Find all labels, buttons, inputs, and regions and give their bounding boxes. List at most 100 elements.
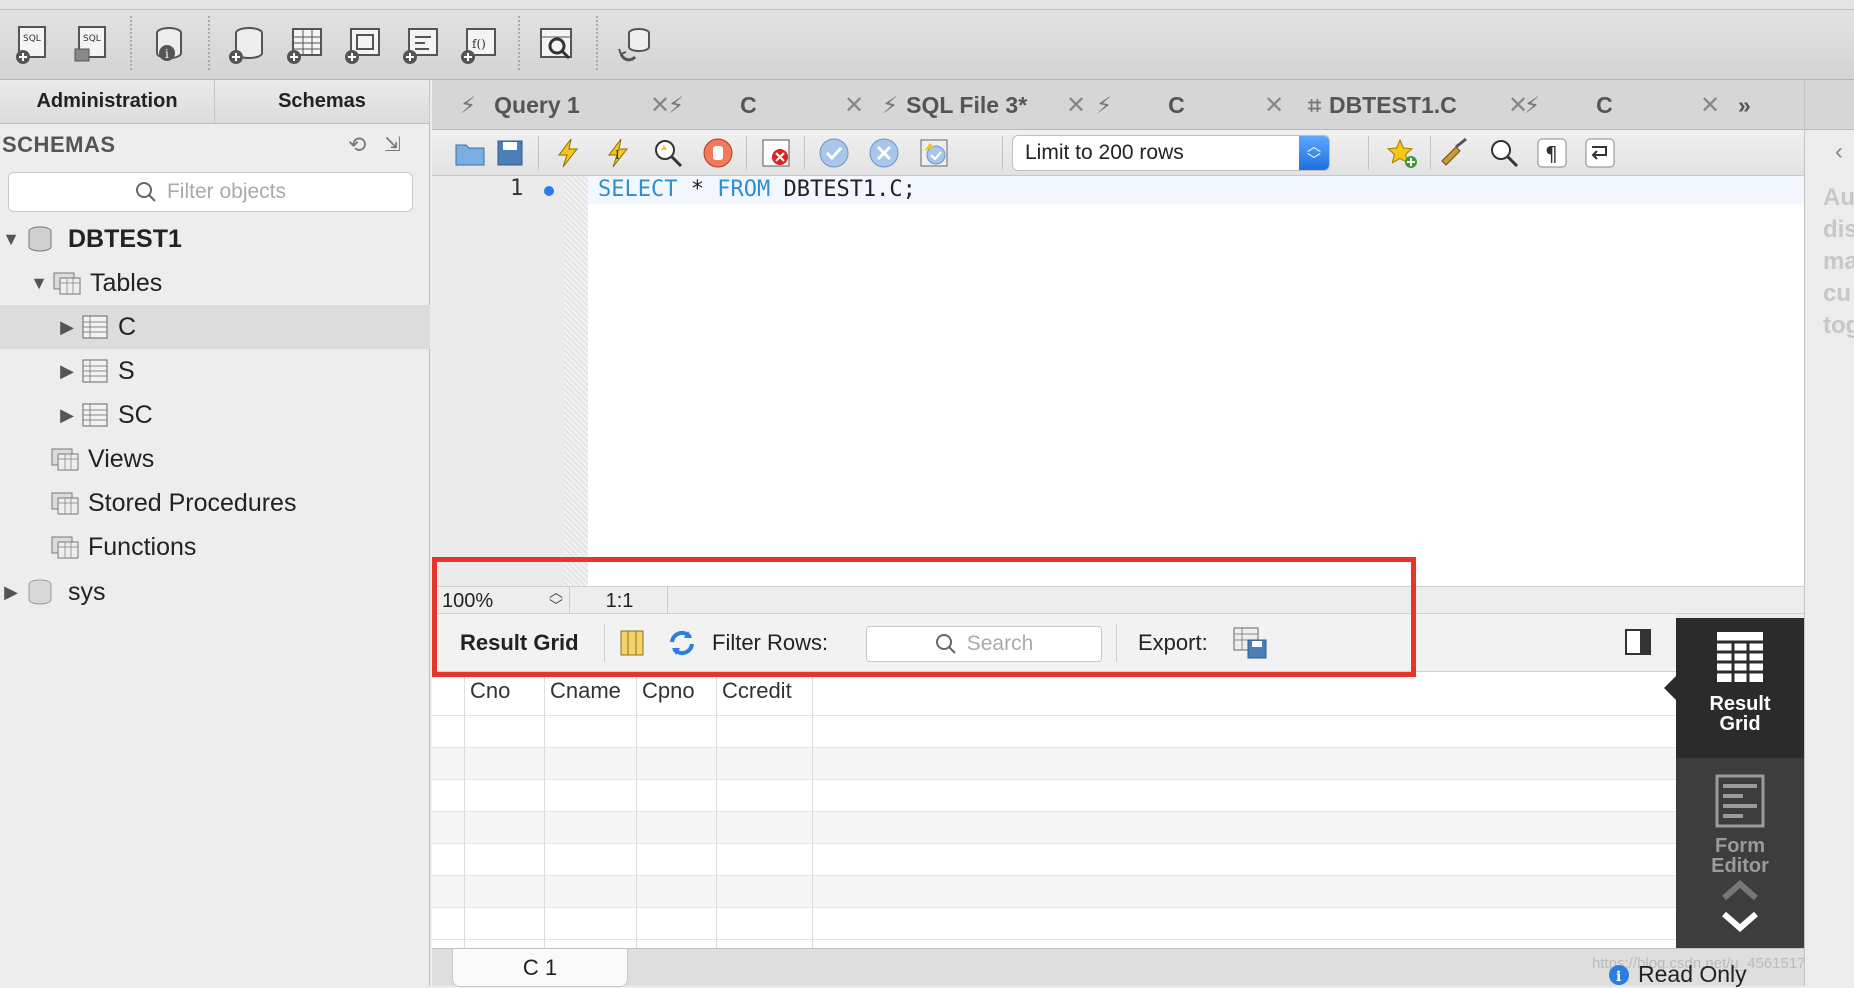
search-table-data-button[interactable] xyxy=(534,22,580,68)
tree-functions[interactable]: Functions xyxy=(0,525,430,569)
editor-status-bar: 100% ︿ ﹀ 1:1 xyxy=(432,585,1804,615)
collapse-icon[interactable]: ⇲ xyxy=(384,132,401,157)
tree-table-c[interactable]: ▶ C xyxy=(0,305,430,349)
result-tab-c1[interactable]: C 1 xyxy=(452,949,628,987)
refresh-icon[interactable]: ⟲ xyxy=(348,132,366,158)
rollback-button[interactable] xyxy=(866,135,902,171)
new-sql-tab-button[interactable]: SQL xyxy=(10,22,56,68)
grid-column-divider xyxy=(544,672,545,948)
close-icon[interactable]: ✕ xyxy=(1066,91,1086,120)
close-icon[interactable]: ✕ xyxy=(1700,91,1720,120)
expand-triangle-icon[interactable]: ▶ xyxy=(0,582,22,603)
toolbar-separator xyxy=(130,16,132,70)
tree-schema-sys[interactable]: ▶ sys xyxy=(0,570,430,614)
server-info-button[interactable]: i xyxy=(146,22,192,68)
create-table-button[interactable] xyxy=(282,22,328,68)
tab-schemas[interactable]: Schemas xyxy=(215,80,430,123)
table-row[interactable] xyxy=(432,812,1676,844)
tab-c[interactable]: ⚡ C ✕ xyxy=(1096,80,1286,130)
scroll-views-control[interactable] xyxy=(1716,874,1764,944)
save-button[interactable] xyxy=(492,135,528,171)
limit-rows-select[interactable]: Limit to 200 rows ︿ ﹀ xyxy=(1012,135,1330,171)
close-icon[interactable]: ✕ xyxy=(1264,91,1284,120)
refresh-results-button[interactable] xyxy=(666,628,698,664)
tab-query-1[interactable]: ⚡ Query 1 ✕ xyxy=(460,80,670,130)
table-row[interactable] xyxy=(432,716,1676,748)
result-grid[interactable]: Cno Cname Cpno Ccredit xyxy=(432,672,1676,948)
open-file-button[interactable] xyxy=(452,135,488,171)
cursor-position: 1:1 xyxy=(572,587,668,615)
keyword-from: FROM xyxy=(717,177,771,202)
commit-button[interactable] xyxy=(816,135,852,171)
export-button[interactable] xyxy=(1232,626,1268,666)
create-function-button[interactable]: f() xyxy=(456,22,502,68)
tree-table-sc[interactable]: ▶ SC xyxy=(0,393,430,437)
filter-rows-search-input[interactable]: Search xyxy=(866,626,1102,662)
execute-current-button[interactable]: I xyxy=(600,135,636,171)
save-icon xyxy=(497,140,523,166)
chevron-left-icon[interactable]: ‹ xyxy=(1835,138,1843,166)
tree-stored-procedures[interactable]: Stored Procedures xyxy=(0,481,430,525)
create-schema-button[interactable] xyxy=(224,22,270,68)
toggle-invisible-chars-button[interactable]: ¶ xyxy=(1534,135,1570,171)
toggle-columns-button[interactable] xyxy=(618,628,646,664)
result-grid-view-button[interactable]: Result Grid xyxy=(1676,618,1804,758)
tab-label: DBTEST1.C xyxy=(1328,91,1457,118)
table-row[interactable] xyxy=(432,780,1676,812)
column-header-cno[interactable]: Cno xyxy=(470,678,510,704)
table-row[interactable] xyxy=(432,876,1676,908)
database-add-icon xyxy=(229,27,263,64)
tab-c[interactable]: ⚡ C ✕ xyxy=(668,80,864,130)
execute-button[interactable] xyxy=(550,135,586,171)
expand-triangle-icon[interactable]: ▼ xyxy=(0,229,22,250)
sql-statement[interactable]: SELECT * FROM DBTEST1.C; xyxy=(598,176,916,204)
table-row[interactable] xyxy=(432,908,1676,940)
tree-table-s[interactable]: ▶ S xyxy=(0,349,430,393)
column-header-cname[interactable]: Cname xyxy=(550,678,621,704)
check-circle-icon xyxy=(819,138,849,168)
tab-administration[interactable]: Administration xyxy=(0,80,215,123)
filter-objects-input[interactable]: Filter objects xyxy=(8,172,413,212)
expand-triangle-icon[interactable]: ▶ xyxy=(56,405,78,426)
tab-label: C xyxy=(1596,91,1613,118)
expand-triangle-icon[interactable]: ▶ xyxy=(56,361,78,382)
toggle-sidebar-button[interactable] xyxy=(1624,628,1652,662)
explain-button[interactable] xyxy=(650,135,686,171)
toolbar-separator xyxy=(1368,136,1369,170)
zoom-stepper[interactable]: 100% ︿ ﹀ xyxy=(442,585,570,615)
filter-rows-label: Filter Rows: xyxy=(712,630,829,655)
close-icon[interactable]: ✕ xyxy=(844,91,864,120)
beautify-button[interactable] xyxy=(1436,135,1472,171)
expand-triangle-icon[interactable]: ▼ xyxy=(28,273,50,294)
more-tabs-chevron-icon[interactable]: » xyxy=(1738,80,1751,130)
create-procedure-button[interactable] xyxy=(398,22,444,68)
tree-tables[interactable]: ▼ Tables xyxy=(0,261,430,305)
open-sql-script-button[interactable]: SQL xyxy=(68,22,114,68)
toggle-stop-on-error-button[interactable] xyxy=(758,135,794,171)
reconnect-button[interactable] xyxy=(612,22,658,68)
add-snippet-button[interactable] xyxy=(1384,135,1420,171)
tab-dbtest1-c[interactable]: ⌗ DBTEST1.C ✕ xyxy=(1308,80,1528,130)
svg-text:¶: ¶ xyxy=(1545,142,1558,166)
navigator-tabs: Administration Schemas xyxy=(0,80,430,124)
table-row[interactable] xyxy=(432,748,1676,780)
sql-editor[interactable]: 1 SELECT * FROM DBTEST1.C; xyxy=(432,176,1804,586)
toggle-wrap-button[interactable] xyxy=(1582,135,1618,171)
context-help-text: Au dis ma cu tog xyxy=(1823,182,1854,342)
tree-schema-dbtest1[interactable]: ▼ DBTEST1 xyxy=(0,217,430,261)
form-editor-view-button[interactable]: Form Editor xyxy=(1676,768,1804,878)
column-header-cpno[interactable]: Cpno xyxy=(642,678,695,704)
autocommit-toggle-button[interactable] xyxy=(916,135,952,171)
toolbar-separator xyxy=(746,136,747,170)
expand-triangle-icon[interactable]: ▶ xyxy=(56,317,78,338)
find-replace-button[interactable] xyxy=(1486,135,1522,171)
tab-c[interactable]: ⚡ C ✕ xyxy=(1524,80,1720,130)
table-icon xyxy=(82,315,108,339)
create-view-button[interactable] xyxy=(340,22,386,68)
tab-sql-file-3[interactable]: ⚡ SQL File 3* ✕ xyxy=(882,80,1086,130)
table-row[interactable] xyxy=(432,844,1676,876)
column-header-ccredit[interactable]: Ccredit xyxy=(722,678,792,704)
tree-views[interactable]: Views xyxy=(0,437,430,481)
stop-button[interactable] xyxy=(700,135,736,171)
stepper-arrows-icon[interactable]: ︿ ﹀ xyxy=(549,585,563,613)
